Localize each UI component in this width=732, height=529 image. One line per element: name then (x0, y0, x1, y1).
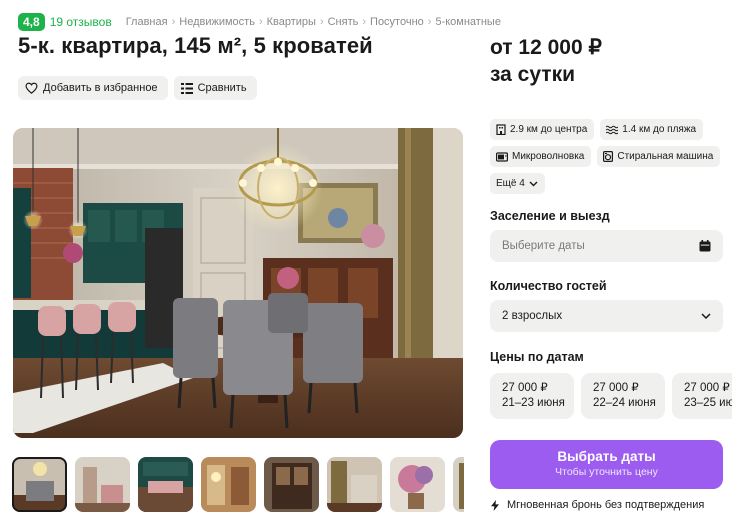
more-features-label: Ещё 4 (496, 178, 525, 189)
instant-booking-note: Мгновенная бронь без подтверждения (491, 499, 704, 511)
dining-room-photo (13, 128, 463, 438)
guests-select[interactable]: 2 взрослых (490, 300, 723, 332)
thumbnail[interactable] (327, 457, 382, 512)
add-to-favorites-button[interactable]: Добавить в избранное (18, 76, 168, 100)
tag-label: Микроволновка (512, 151, 585, 162)
thumbnail[interactable] (12, 457, 67, 512)
lightning-icon (491, 499, 499, 511)
tag-distance-center: 2.9 км до центра (490, 119, 595, 140)
select-dates-button[interactable]: Выбрать даты Чтобы уточнить цену (490, 440, 723, 489)
guests-label: Количество гостей (490, 279, 607, 293)
chevron-down-icon (701, 313, 711, 319)
date-price-card[interactable]: 27 000 ₽ 23–25 июня (672, 373, 732, 419)
instant-booking-label: Мгновенная бронь без подтверждения (507, 499, 705, 511)
add-to-favorites-label: Добавить в избранное (43, 82, 158, 94)
price-period: за сутки (490, 63, 575, 86)
tag-label: Стиральная машина (617, 151, 714, 162)
thumbnail[interactable] (75, 457, 130, 512)
photo-thumbnails (12, 457, 464, 513)
date-range: 23–25 июня (684, 397, 732, 409)
building-icon (496, 124, 506, 135)
chevron-down-icon (529, 181, 538, 186)
page-title: 5-к. квартира, 145 м², 5 кроватей (18, 33, 373, 58)
breadcrumb-item[interactable]: Квартиры (267, 16, 316, 28)
reviews-link[interactable]: 19 отзывов (50, 15, 112, 29)
breadcrumb-separator-icon: › (171, 16, 176, 28)
checkin-label: Заселение и выезд (490, 209, 610, 223)
breadcrumb-item[interactable]: Главная (126, 16, 168, 28)
thumbnail[interactable] (201, 457, 256, 512)
guests-value: 2 взрослых (502, 310, 563, 322)
listing-actions: Добавить в избранное Сравнить (18, 76, 257, 100)
heart-icon (25, 82, 38, 94)
price-block: от 12 000 ₽ за сутки (490, 34, 602, 88)
breadcrumb-item[interactable]: Посуточно (370, 16, 424, 28)
compare-label: Сравнить (197, 82, 247, 94)
breadcrumb-item[interactable]: Недвижимость (179, 16, 255, 28)
date-price-value: 27 000 ₽ (502, 382, 548, 394)
date-range: 21–23 июня (502, 397, 565, 409)
breadcrumb: Главная › Недвижимость › Квартиры › Снят… (126, 16, 501, 28)
listing-meta: 4,8 19 отзывов Главная › Недвижимость › … (18, 12, 501, 32)
thumbnail[interactable] (264, 457, 319, 512)
price-value: от 12 000 ₽ (490, 36, 602, 59)
select-dates-sublabel: Чтобы уточнить цену (555, 466, 658, 478)
thumbnail[interactable] (453, 457, 464, 512)
date-range: 22–24 июня (593, 397, 656, 409)
breadcrumb-separator-icon: › (258, 16, 263, 28)
breadcrumb-item[interactable]: 5-комнатные (435, 16, 500, 28)
date-price-card[interactable]: 27 000 ₽ 22–24 июня (581, 373, 665, 419)
tag-label: 1.4 км до пляжа (622, 124, 697, 135)
calendar-icon (699, 240, 711, 252)
tag-distance-beach: 1.4 км до пляжа (600, 119, 704, 140)
waves-icon (606, 125, 619, 134)
compare-button[interactable]: Сравнить (173, 76, 257, 100)
tag-label: 2.9 км до центра (510, 124, 588, 135)
tag-microwave: Микроволновка (490, 146, 592, 167)
dates-placeholder: Выберите даты (502, 240, 585, 252)
breadcrumb-separator-icon: › (362, 16, 367, 28)
microwave-icon (496, 151, 508, 162)
date-price-value: 27 000 ₽ (684, 382, 730, 394)
breadcrumb-separator-icon: › (319, 16, 324, 28)
breadcrumb-separator-icon: › (427, 16, 432, 28)
more-features-button[interactable]: Ещё 4 (490, 173, 545, 194)
dates-picker[interactable]: Выберите даты (490, 230, 723, 262)
feature-tags: 2.9 км до центра 1.4 км до пляжа Микрово… (490, 119, 725, 200)
date-prices-label: Цены по датам (490, 350, 584, 364)
rating-badge: 4,8 (18, 13, 45, 31)
thumbnail[interactable] (138, 457, 193, 512)
breadcrumb-item[interactable]: Снять (328, 16, 359, 28)
compare-icon (180, 82, 193, 94)
tag-washing-machine: Стиральная машина (597, 146, 721, 167)
washing-machine-icon (603, 151, 614, 162)
date-price-value: 27 000 ₽ (593, 382, 639, 394)
main-photo[interactable] (13, 128, 463, 438)
select-dates-label: Выбрать даты (557, 449, 656, 464)
date-price-card[interactable]: 27 000 ₽ 21–23 июня (490, 373, 574, 419)
thumbnail[interactable] (390, 457, 445, 512)
date-price-cards: 27 000 ₽ 21–23 июня 27 000 ₽ 22–24 июня … (490, 373, 732, 419)
